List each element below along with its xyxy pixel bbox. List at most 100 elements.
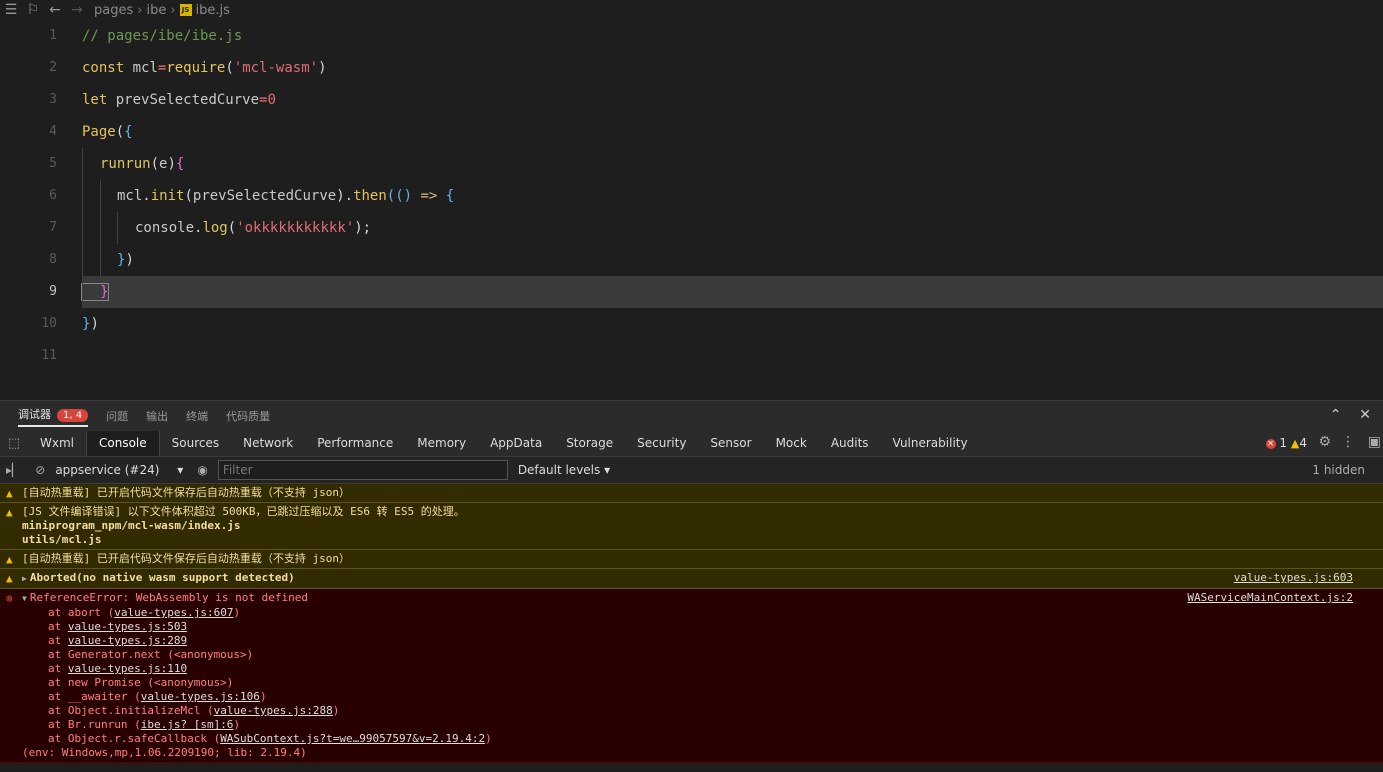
filter-input[interactable] [217, 460, 508, 480]
warning-icon: ▲ [6, 553, 13, 566]
source-link[interactable]: WAServiceMainContext.js:2 [1187, 591, 1353, 605]
tab-debugger[interactable]: 调试器 1, 4 [18, 406, 89, 427]
code-token: { [175, 156, 185, 172]
gear-icon[interactable]: ⚙ [1318, 434, 1331, 450]
tab-terminal[interactable]: 终端 [186, 408, 208, 424]
code-line[interactable]: 5 runrun(e){ [0, 148, 1383, 180]
tab-debugger-label: 调试器 [18, 407, 51, 421]
code-line[interactable]: 10 }) [0, 308, 1383, 340]
bottom-panel-tabs: 调试器 1, 4 问题 输出 终端 代码质量 ⌃ ✕ [0, 400, 1383, 431]
tab-code-quality[interactable]: 代码质量 [226, 408, 270, 424]
code-token: log [202, 220, 228, 236]
console-output: ▲ [自动热重载] 已开启代码文件保存后自动热重载（不支持 json） ▲ [J… [0, 484, 1383, 772]
frame-link[interactable]: value-types.js:503 [68, 620, 187, 633]
eye-icon[interactable]: ◉ [197, 463, 207, 477]
warning-text: Aborted(no native wasm support detected) [29, 571, 295, 584]
indent-guide [100, 244, 101, 276]
frame-link[interactable]: value-types.js:289 [68, 634, 187, 647]
back-arrow-icon[interactable]: ← [44, 2, 66, 18]
tab-performance[interactable]: Performance [305, 431, 405, 456]
issue-counts[interactable]: ✕ 1 ▲4 [1265, 436, 1307, 450]
warning-file: utils/mcl.js [22, 533, 102, 546]
breadcrumb-pages[interactable]: pages [94, 3, 133, 18]
chevron-right-icon: › [170, 2, 176, 18]
tab-appdata[interactable]: AppData [478, 431, 554, 456]
stack-frame: at value-types.js:503 [48, 620, 188, 633]
code-line[interactable]: 11 [0, 340, 1383, 372]
list-icon[interactable]: ☰ [0, 2, 22, 18]
chevron-up-icon[interactable]: ⌃ [1330, 407, 1342, 423]
breadcrumb-file[interactable]: ibe.js [196, 3, 230, 18]
code-token: . [142, 188, 151, 204]
frame-link[interactable]: ibe.js? [sm]:6 [141, 718, 234, 731]
inspect-element-icon[interactable]: ⬚ [0, 436, 28, 451]
tab-network[interactable]: Network [231, 431, 305, 456]
frame-link[interactable]: value-types.js:110 [68, 662, 187, 675]
frame-link[interactable]: value-types.js:607 [114, 606, 233, 619]
line-number: 4 [49, 124, 57, 139]
stack-frame: at Br.runrun (ibe.js? [sm]:6) [48, 718, 241, 731]
console-warning: ▲ [JS 文件编译错误] 以下文件体积超过 500KB，已跳过压缩以及 ES6… [0, 503, 1383, 550]
chevron-right-icon: › [137, 2, 143, 18]
tab-wxml[interactable]: Wxml [28, 431, 86, 456]
tab-output[interactable]: 输出 [146, 408, 168, 424]
tab-sensor[interactable]: Sensor [698, 431, 763, 456]
line-number: 9 [49, 284, 57, 299]
code-line[interactable]: 7 console.log('okkkkkkkkkkk'); [0, 212, 1383, 244]
code-line[interactable]: 4 Page({ [0, 116, 1383, 148]
expand-triangle-icon[interactable]: ▶ [22, 574, 27, 583]
code-line[interactable]: 2 const mcl=require('mcl-wasm') [0, 52, 1383, 84]
code-token: ( [227, 220, 237, 236]
tab-storage[interactable]: Storage [554, 431, 625, 456]
context-selector[interactable]: appservice (#24) ▾ [55, 463, 185, 477]
tab-mock[interactable]: Mock [764, 431, 819, 456]
code-token: => [420, 188, 438, 204]
bookmark-icon[interactable]: ⚐ [22, 2, 44, 18]
collapse-triangle-icon[interactable]: ▼ [22, 594, 27, 603]
code-token: console [135, 220, 195, 236]
code-line-current[interactable]: 9 } [0, 276, 1383, 308]
indent-guide [82, 180, 83, 212]
sidebar-toggle-icon[interactable]: ▸▏ [6, 463, 21, 477]
frame-link[interactable]: value-types.js:106 [141, 690, 260, 703]
error-count: 1 [1279, 436, 1288, 450]
tab-vulnerability[interactable]: Vulnerability [881, 431, 980, 456]
log-levels-dropdown[interactable]: Default levels ▾ [518, 463, 610, 477]
code-editor[interactable]: 1 // pages/ibe/ibe.js 2 const mcl=requir… [0, 20, 1383, 400]
frame-link[interactable]: WASubContext.js?t=we…99057597&v=2.19.4:2 [220, 732, 485, 745]
breadcrumb-ibe[interactable]: ibe [146, 3, 166, 18]
tab-security[interactable]: Security [625, 431, 698, 456]
code-token: (( [386, 188, 404, 204]
editor-breadcrumb-bar: ☰ ⚐ ← → pages › ibe › JS ibe.js [0, 0, 1383, 20]
close-icon[interactable]: ✕ [1359, 407, 1371, 423]
frame-link[interactable]: value-types.js:288 [214, 704, 333, 717]
indent-guide [100, 180, 101, 212]
code-line[interactable]: 3 let prevSelectedCurve=0 [0, 84, 1383, 116]
code-token: let [82, 92, 108, 108]
indent-guide [117, 212, 118, 244]
tab-sources[interactable]: Sources [160, 431, 231, 456]
source-link[interactable]: value-types.js:603 [1234, 571, 1353, 585]
console-filter-bar: ▸▏ ⊘ appservice (#24) ▾ ◉ Default levels… [0, 457, 1383, 484]
code-line[interactable]: 8 }) [0, 244, 1383, 276]
code-token: ) [336, 188, 345, 204]
stack-frame: at value-types.js:110 [48, 662, 188, 675]
code-token: 0 [267, 92, 276, 108]
line-number: 6 [49, 188, 57, 203]
console-error[interactable]: ⊗ ▼ ReferenceError: WebAssembly is not de… [0, 589, 1383, 763]
dock-icon[interactable]: ▣ [1368, 434, 1381, 450]
code-token: 'mcl-wasm' [233, 60, 319, 76]
clear-console-icon[interactable]: ⊘ [35, 463, 45, 477]
code-token: { [124, 124, 133, 140]
more-vertical-icon[interactable]: ⋮ [1341, 434, 1355, 450]
stack-frame: at value-types.js:289 [48, 634, 188, 647]
tab-audits[interactable]: Audits [819, 431, 881, 456]
code-line[interactable]: 6 mcl.init(prevSelectedCurve).then(() =>… [0, 180, 1383, 212]
console-warning[interactable]: ▲ ▶ Aborted(no native wasm support detect… [0, 569, 1383, 589]
tab-memory[interactable]: Memory [405, 431, 478, 456]
tab-problems[interactable]: 问题 [106, 408, 128, 424]
code-line[interactable]: 1 // pages/ibe/ibe.js [0, 20, 1383, 52]
error-icon: ✕ [1265, 438, 1276, 449]
forward-arrow-icon[interactable]: → [66, 2, 88, 18]
tab-console[interactable]: Console [86, 431, 160, 456]
